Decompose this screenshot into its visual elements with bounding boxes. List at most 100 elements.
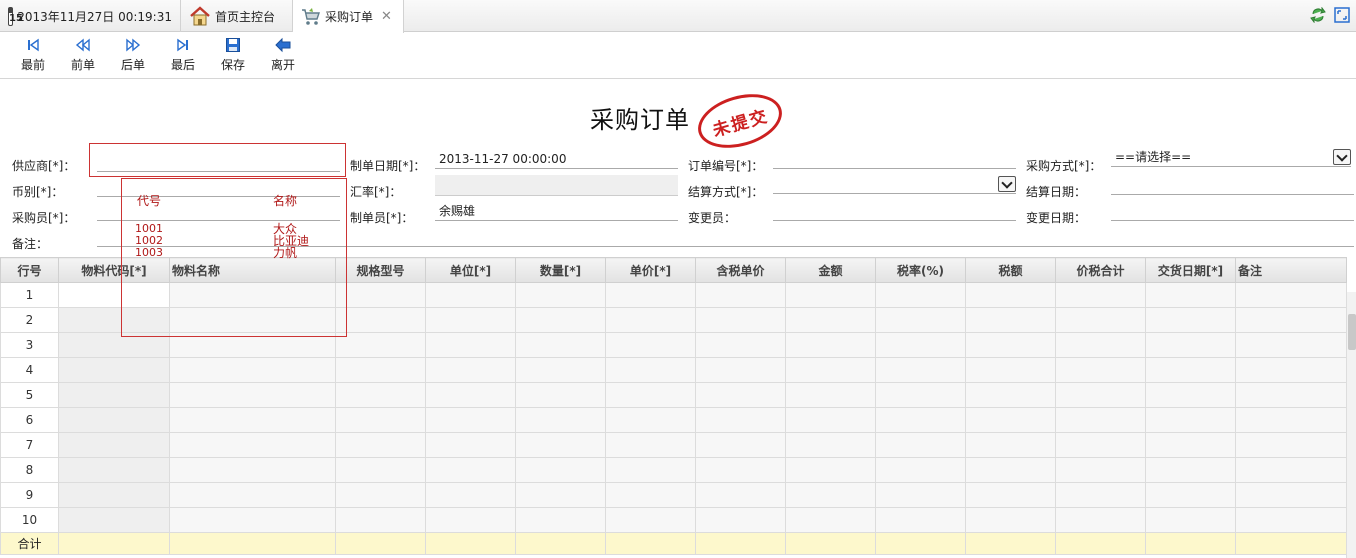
- table-cell[interactable]: [335, 407, 426, 433]
- col-header-delivery-date[interactable]: 交货日期[*]: [1145, 257, 1236, 283]
- table-cell[interactable]: [335, 457, 426, 483]
- supplier-name[interactable]: 力帆: [273, 247, 297, 259]
- table-cell[interactable]: [1055, 482, 1146, 508]
- table-cell[interactable]: [515, 357, 606, 383]
- table-cell[interactable]: [58, 382, 170, 408]
- scrollbar-thumb[interactable]: [1348, 314, 1356, 350]
- table-cell[interactable]: [1145, 407, 1236, 433]
- table-cell[interactable]: [515, 332, 606, 358]
- table-cell[interactable]: [425, 282, 516, 308]
- change-date-input[interactable]: [1111, 203, 1354, 221]
- table-cell[interactable]: [335, 357, 426, 383]
- table-cell[interactable]: [515, 382, 606, 408]
- table-cell[interactable]: [605, 357, 696, 383]
- table-cell[interactable]: [695, 307, 786, 333]
- table-cell[interactable]: [785, 507, 876, 533]
- table-cell[interactable]: [965, 407, 1056, 433]
- table-cell[interactable]: [169, 507, 336, 533]
- table-cell[interactable]: [875, 432, 966, 458]
- table-cell[interactable]: [965, 307, 1056, 333]
- table-cell[interactable]: [335, 382, 426, 408]
- table-cell[interactable]: [58, 482, 170, 508]
- table-cell[interactable]: [1145, 457, 1236, 483]
- save-button[interactable]: 保存: [208, 33, 258, 77]
- table-cell[interactable]: [1145, 432, 1236, 458]
- table-cell[interactable]: [875, 507, 966, 533]
- table-cell[interactable]: [695, 482, 786, 508]
- table-cell[interactable]: [695, 357, 786, 383]
- table-cell[interactable]: [785, 432, 876, 458]
- table-cell[interactable]: [875, 457, 966, 483]
- tab-purchase-order[interactable]: 采购订单 ✕: [293, 0, 404, 33]
- make-date-input[interactable]: 2013-11-27 00:00:00: [435, 151, 678, 169]
- table-cell[interactable]: [875, 357, 966, 383]
- table-cell[interactable]: [515, 282, 606, 308]
- changer-input[interactable]: [773, 203, 1016, 221]
- table-cell[interactable]: [965, 432, 1056, 458]
- first-record-button[interactable]: 最前: [8, 33, 58, 77]
- table-cell[interactable]: [785, 382, 876, 408]
- table-cell[interactable]: [169, 382, 336, 408]
- col-header-tax-amount[interactable]: 税额: [965, 257, 1056, 283]
- table-cell[interactable]: [335, 432, 426, 458]
- table-cell[interactable]: [1235, 507, 1347, 533]
- maker-input[interactable]: 余赐雄: [435, 203, 678, 221]
- table-cell[interactable]: [1055, 407, 1146, 433]
- order-no-input[interactable]: [773, 151, 1016, 169]
- table-cell[interactable]: [425, 332, 516, 358]
- table-cell[interactable]: [1235, 282, 1347, 308]
- table-cell[interactable]: [169, 457, 336, 483]
- table-cell[interactable]: [965, 507, 1056, 533]
- table-cell[interactable]: [605, 407, 696, 433]
- table-cell[interactable]: [1235, 432, 1347, 458]
- next-record-button[interactable]: 后单: [108, 33, 158, 77]
- table-cell[interactable]: [515, 407, 606, 433]
- tab-home[interactable]: 首页主控台: [181, 0, 293, 32]
- table-cell[interactable]: [785, 482, 876, 508]
- table-cell[interactable]: [875, 307, 966, 333]
- settle-date-input[interactable]: [1111, 177, 1354, 195]
- table-cell[interactable]: [1055, 457, 1146, 483]
- table-cell[interactable]: [335, 482, 426, 508]
- table-cell[interactable]: [425, 457, 516, 483]
- purchase-method-select[interactable]: ==请选择==: [1111, 149, 1351, 167]
- table-cell[interactable]: [785, 282, 876, 308]
- supplier-code[interactable]: 1003: [135, 247, 163, 259]
- table-cell[interactable]: [605, 507, 696, 533]
- table-cell[interactable]: [169, 432, 336, 458]
- table-cell[interactable]: [1235, 482, 1347, 508]
- table-cell[interactable]: [695, 457, 786, 483]
- table-cell[interactable]: [1055, 282, 1146, 308]
- table-cell[interactable]: [605, 307, 696, 333]
- table-cell[interactable]: [425, 407, 516, 433]
- col-header-total-with-tax[interactable]: 价税合计: [1055, 257, 1146, 283]
- chevron-down-icon[interactable]: [998, 176, 1016, 192]
- col-header-tax-rate[interactable]: 税率(%): [875, 257, 966, 283]
- table-cell[interactable]: [785, 332, 876, 358]
- table-cell[interactable]: [58, 432, 170, 458]
- table-cell[interactable]: [785, 307, 876, 333]
- table-cell[interactable]: [1145, 482, 1236, 508]
- table-cell[interactable]: [965, 482, 1056, 508]
- table-cell[interactable]: [605, 382, 696, 408]
- table-cell[interactable]: [1145, 357, 1236, 383]
- table-cell[interactable]: [169, 407, 336, 433]
- chevron-down-icon[interactable]: [1333, 149, 1351, 165]
- col-header-quantity[interactable]: 数量[*]: [515, 257, 606, 283]
- table-cell[interactable]: [965, 457, 1056, 483]
- table-cell[interactable]: [965, 357, 1056, 383]
- table-cell[interactable]: [1235, 357, 1347, 383]
- table-cell[interactable]: [1145, 282, 1236, 308]
- table-cell[interactable]: [515, 432, 606, 458]
- col-header-unit[interactable]: 单位[*]: [425, 257, 516, 283]
- table-cell[interactable]: [515, 307, 606, 333]
- table-cell[interactable]: [1055, 332, 1146, 358]
- table-cell[interactable]: [1055, 432, 1146, 458]
- table-cell[interactable]: [335, 332, 426, 358]
- table-cell[interactable]: [425, 432, 516, 458]
- table-cell[interactable]: [1055, 382, 1146, 408]
- table-cell[interactable]: [695, 507, 786, 533]
- table-cell[interactable]: [335, 307, 426, 333]
- table-cell[interactable]: [965, 332, 1056, 358]
- table-cell[interactable]: [1145, 332, 1236, 358]
